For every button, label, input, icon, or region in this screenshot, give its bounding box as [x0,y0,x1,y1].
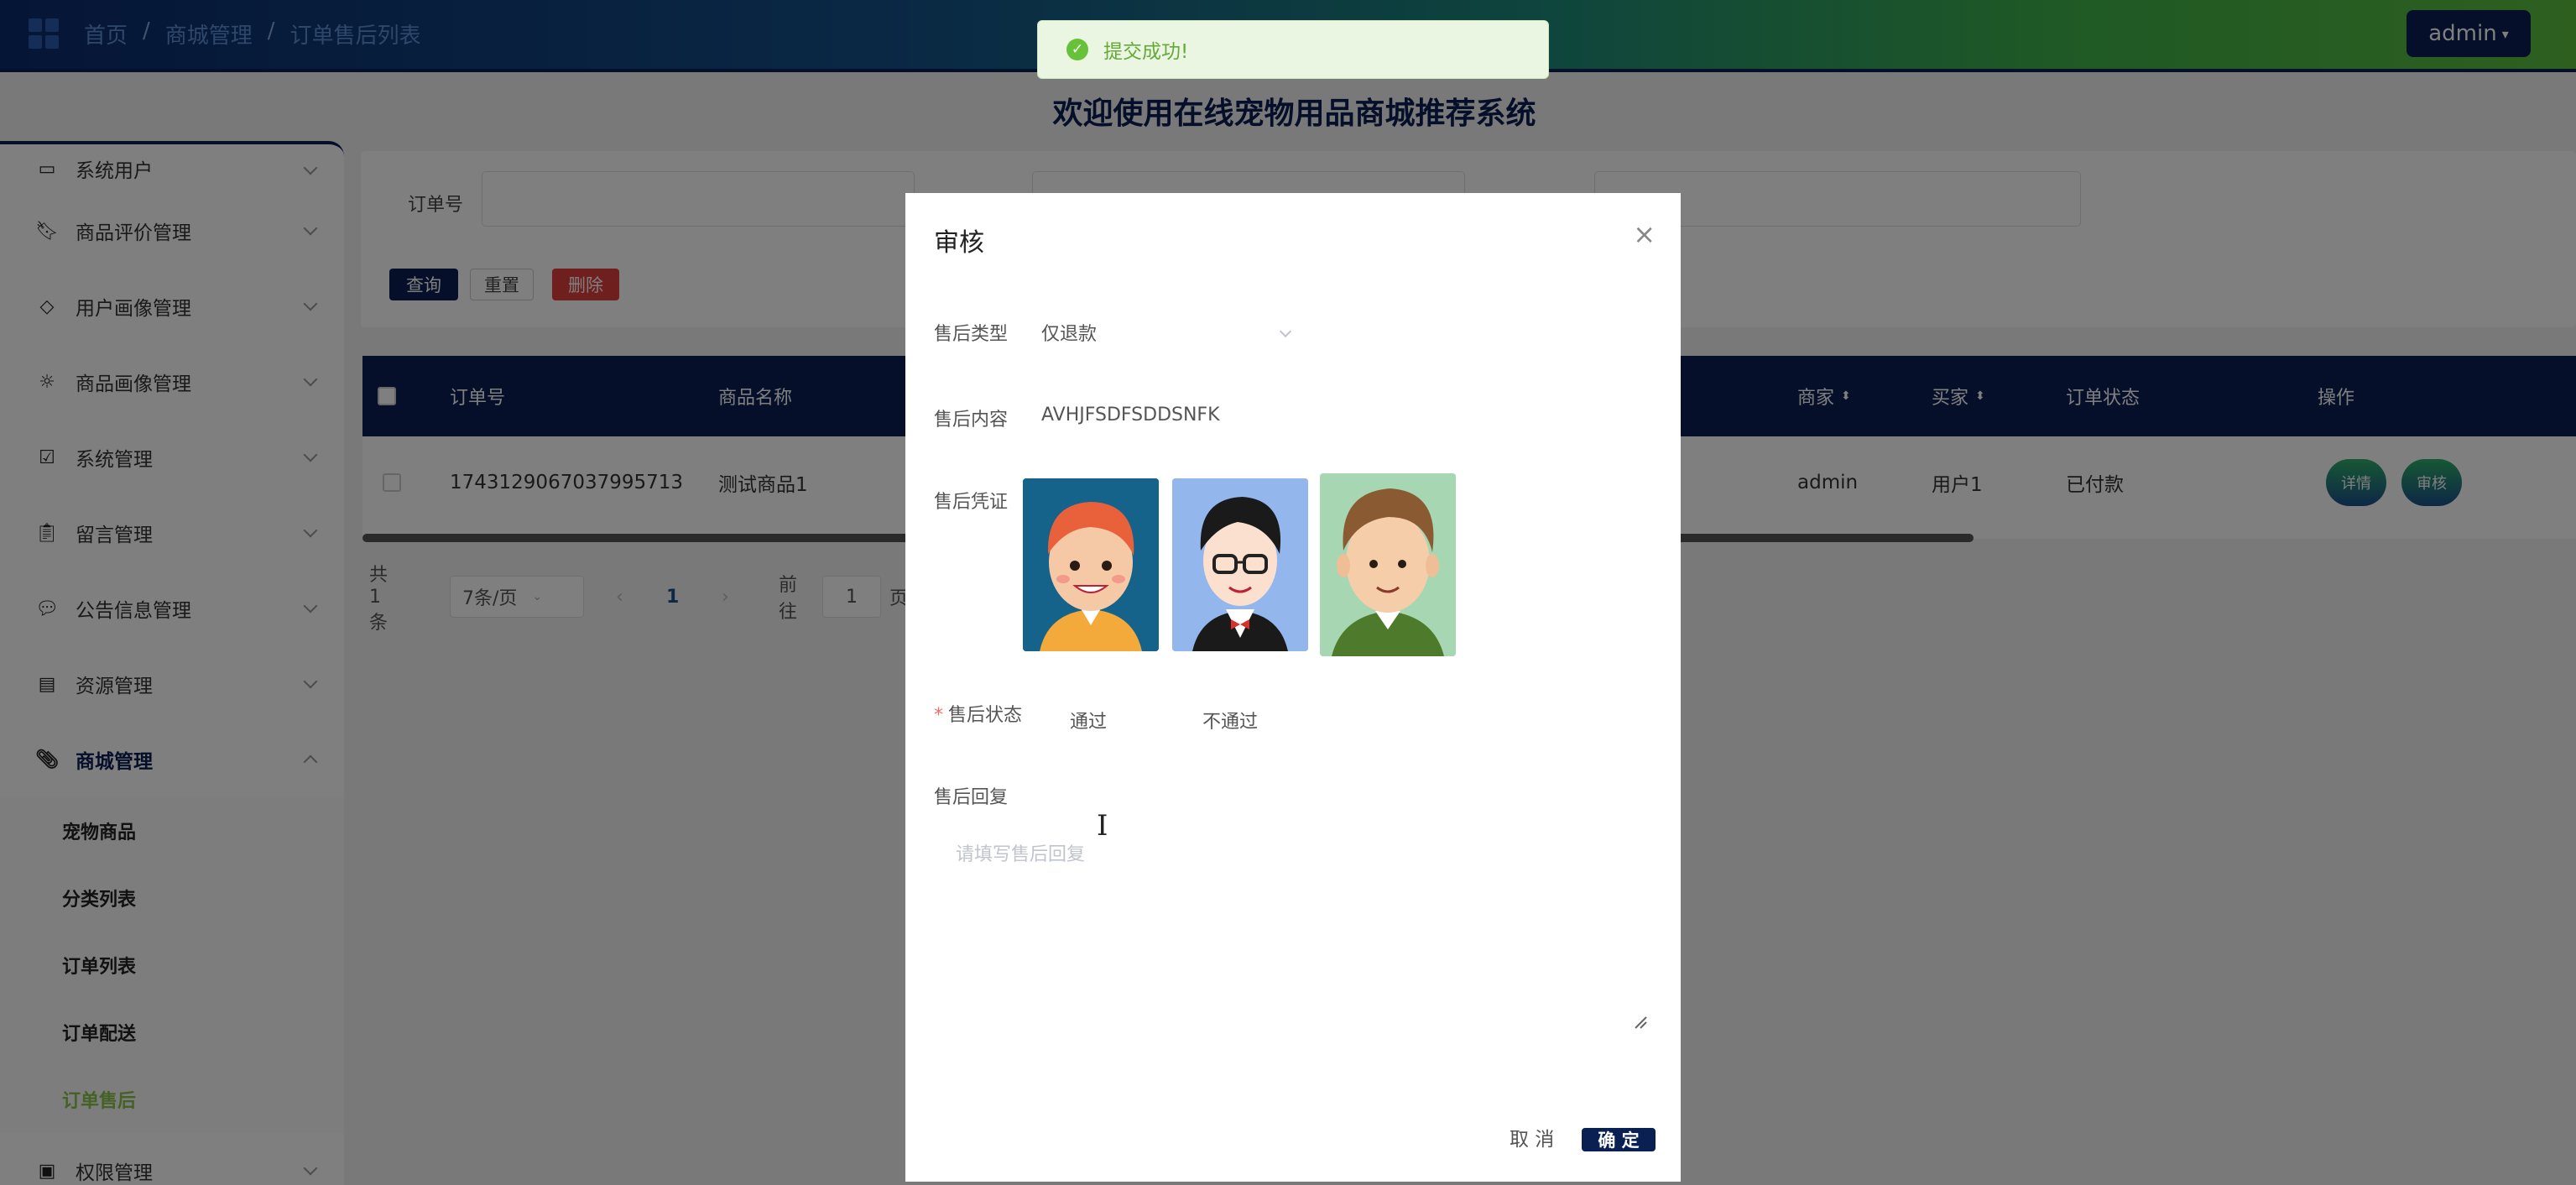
after-sale-type-label: 售后类型 [934,324,1009,345]
required-mark: * [934,705,943,726]
after-sale-proof-label: 售后凭证 [934,492,1009,513]
close-icon[interactable]: × [1633,218,1656,250]
proof-image[interactable] [1320,473,1456,656]
resize-handle-icon[interactable] [1632,1014,1647,1029]
after-sale-type-select[interactable]: 仅退款 [1041,319,1097,346]
success-toast: ✓ 提交成功! [1037,20,1549,79]
text-cursor-icon: I [1097,809,1108,843]
after-sale-reply-textarea[interactable]: 请填写售后回复 [934,816,1656,1037]
after-sale-content-label: 售后内容 [934,410,1009,431]
after-sale-content-value: AVHJFSDFSDDSNFK [1041,405,1220,425]
cancel-button[interactable]: 取 消 [1510,1123,1554,1151]
success-check-icon: ✓ [1066,39,1088,60]
status-option-pass[interactable]: 通过 [1070,707,1107,733]
confirm-button[interactable]: 确 定 [1582,1128,1656,1151]
chevron-down-icon [1279,325,1292,338]
proof-image[interactable] [1172,478,1308,651]
after-sale-status-text: 售后状态 [948,705,1023,726]
after-sale-status-label: * 售后状态 [934,700,1022,727]
reply-placeholder: 请填写售后回复 [956,844,1086,865]
audit-dialog: 审核 × 售后类型 仅退款 售后内容 AVHJFSDFSDDSNFK 售后凭证 [905,193,1681,1182]
dialog-title: 审核 [934,228,984,258]
proof-image[interactable] [1023,478,1159,651]
after-sale-reply-label: 售后回复 [934,787,1009,808]
toast-message: 提交成功! [1103,41,1189,63]
status-option-reject[interactable]: 不通过 [1202,707,1258,733]
